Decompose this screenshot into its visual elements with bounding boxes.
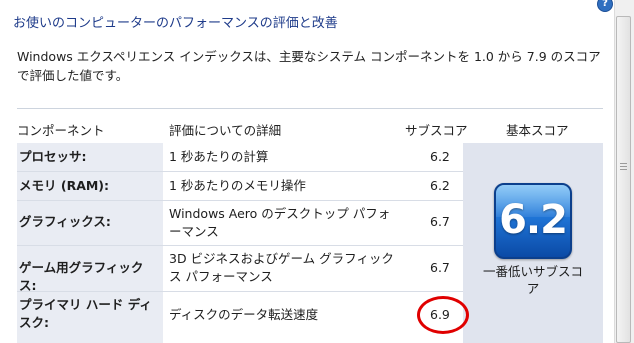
- description-text: Windows エクスペリエンス インデックスは、主要なシステム コンポーネント…: [17, 49, 601, 83]
- performance-page: ? お使いのコンピューターのパフォーマンスの評価と改善 Windows エクスペ…: [0, 0, 634, 343]
- component-memory: メモリ (RAM):: [19, 178, 110, 193]
- separator: [17, 108, 603, 109]
- scrollbar-grip-icon: [620, 163, 627, 164]
- row-divider: [17, 200, 463, 201]
- base-score-badge: 6.2: [494, 183, 572, 259]
- help-icon[interactable]: ?: [597, 0, 613, 12]
- row-divider: [17, 171, 463, 172]
- column-header-subscore: サブスコア: [405, 123, 468, 138]
- detail-gaming-graphics: 3D ビジネスおよびゲーム グラフィックス パフォーマンス: [169, 251, 394, 284]
- scrollbar-grip-icon: [620, 169, 627, 170]
- detail-graphics: Windows Aero のデスクトップ パフォーマンス: [169, 206, 391, 239]
- column-header-component: コンポーネント: [17, 123, 105, 138]
- detail-memory: 1 秒あたりのメモリ操作: [169, 178, 306, 193]
- subscore-processor: 6.2: [430, 149, 450, 164]
- page-title: お使いのコンピューターのパフォーマンスの評価と改善: [13, 16, 338, 31]
- column-header-basescore: 基本スコア: [506, 123, 569, 138]
- component-processor: プロセッサ:: [19, 149, 87, 164]
- subscore-gaming-graphics: 6.7: [430, 260, 450, 275]
- base-score-value: 6.2: [499, 197, 568, 243]
- subscore-memory: 6.2: [430, 178, 450, 193]
- subscore-graphics: 6.7: [430, 214, 450, 229]
- detail-processor: 1 秒あたりの計算: [169, 149, 269, 164]
- column-header-detail: 評価についての詳細: [169, 123, 282, 138]
- component-gaming-graphics: ゲーム用グラフィックス:: [19, 260, 144, 293]
- scrollbar-grip-icon: [620, 166, 627, 167]
- highlight-circle-annotation: [417, 296, 469, 334]
- base-score-caption: 一番低いサブスコア: [482, 264, 583, 296]
- row-divider: [17, 245, 463, 246]
- detail-primary-hard-disk: ディスクのデータ転送速度: [169, 307, 319, 322]
- component-graphics: グラフィックス:: [19, 214, 111, 229]
- component-primary-hard-disk: プライマリ ハード ディスク:: [19, 297, 152, 330]
- scrollbar-thumb[interactable]: [616, 16, 631, 343]
